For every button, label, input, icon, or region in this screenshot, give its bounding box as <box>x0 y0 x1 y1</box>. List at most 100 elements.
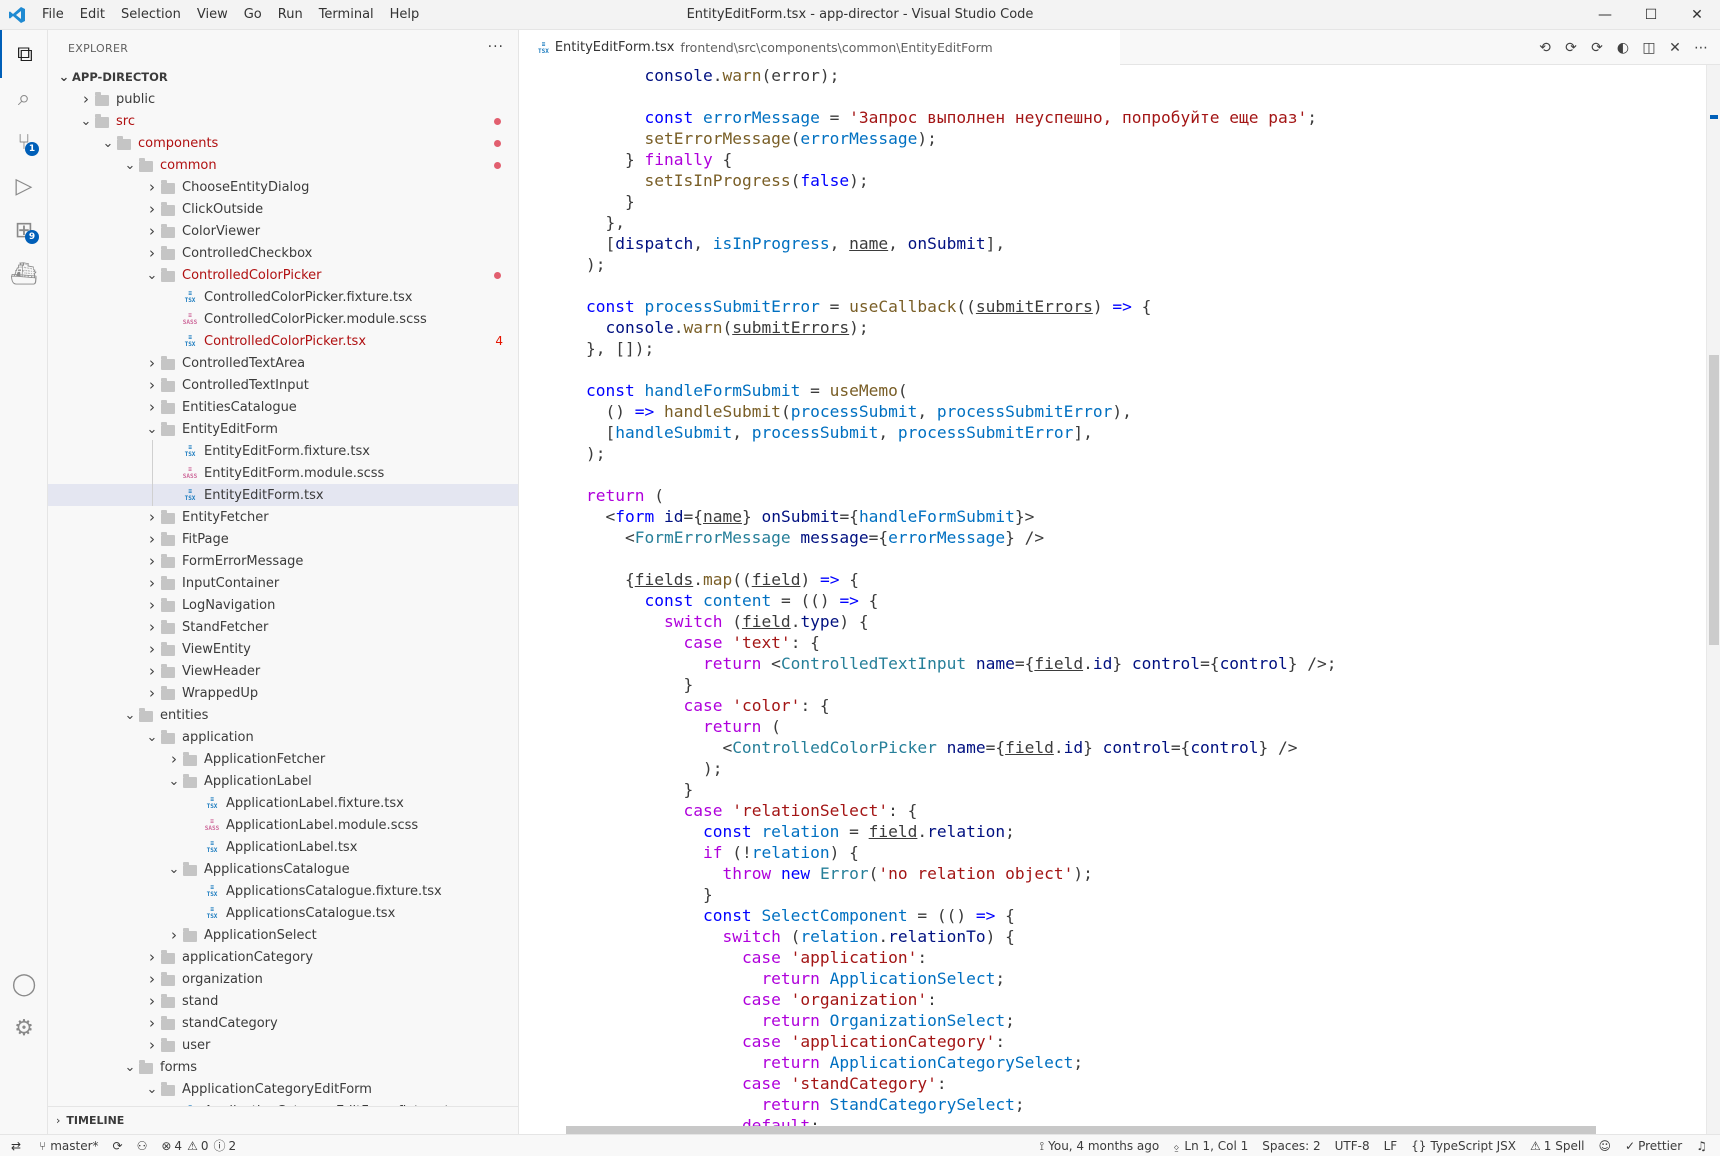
tree-file[interactable]: ≡ TSX ControlledColorPicker.fixture.tsx <box>48 286 518 308</box>
tree-folder[interactable]: ⌄ application <box>48 726 518 748</box>
timeline-section[interactable]: › TIMELINE <box>48 1106 518 1134</box>
tree-file[interactable]: ≡ TSX EntityEditForm.fixture.tsx <box>48 440 518 462</box>
tree-file[interactable]: ≡ SASS ApplicationLabel.module.scss <box>48 814 518 836</box>
tree-folder[interactable]: › ControlledTextArea <box>48 352 518 374</box>
tree-folder[interactable]: › FitPage <box>48 528 518 550</box>
tab-entityeditform[interactable]: ≡ TSX EntityEditForm.tsx frontend\src\com… <box>520 30 1120 65</box>
menu-item-view[interactable]: View <box>189 0 236 30</box>
tree-folder[interactable]: › ApplicationFetcher <box>48 748 518 770</box>
tree-file[interactable]: ≡ SASS EntityEditForm.module.scss <box>48 462 518 484</box>
code-token: ) <box>1092 297 1113 316</box>
tree-folder[interactable]: › ViewHeader <box>48 660 518 682</box>
tree-folder[interactable]: › ApplicationSelect <box>48 924 518 946</box>
search-icon[interactable]: ⌕ <box>0 74 48 122</box>
tree-folder[interactable]: › ControlledTextInput <box>48 374 518 396</box>
tree-folder[interactable]: ⌄ ApplicationLabel <box>48 770 518 792</box>
maximize-icon[interactable]: ☐ <box>1628 0 1674 30</box>
timeline-back-icon[interactable]: ⟲ <box>1532 40 1558 56</box>
extensions-icon[interactable]: ⊞ 9 <box>0 206 48 254</box>
docker-icon[interactable]: ⛴ <box>0 250 48 298</box>
tree-folder[interactable]: › public <box>48 88 518 110</box>
menu-item-file[interactable]: File <box>34 0 72 30</box>
tree-folder[interactable]: ⌄ forms <box>48 1056 518 1078</box>
source-control-icon[interactable]: ⑂ 1 <box>0 118 48 166</box>
tree-folder[interactable]: ⌄ common <box>48 154 518 176</box>
tree-folder[interactable]: › applicationCategory <box>48 946 518 968</box>
tree-folder[interactable]: › ViewEntity <box>48 638 518 660</box>
git-compare-icon[interactable]: ◐ <box>1610 40 1636 56</box>
tree-folder[interactable]: ⌄ components <box>48 132 518 154</box>
copilot-icon[interactable]: ☺ <box>1592 1139 1619 1153</box>
explorer-icon[interactable]: ⧉ <box>0 30 48 78</box>
tree-folder[interactable]: › StandFetcher <box>48 616 518 638</box>
notifications-bell-icon[interactable]: ♫ <box>1689 1139 1714 1153</box>
code-token: name <box>849 234 889 253</box>
tree-folder[interactable]: ⌄ ApplicationsCatalogue <box>48 858 518 880</box>
encoding[interactable]: UTF-8 <box>1328 1139 1377 1153</box>
horizontal-scrollbar[interactable] <box>566 1126 1596 1134</box>
prettier-item[interactable]: ✓ Prettier <box>1618 1139 1689 1153</box>
publish-icon[interactable]: ⚇ <box>130 1139 155 1153</box>
tree-folder[interactable]: › LogNavigation <box>48 594 518 616</box>
tree-folder[interactable]: › EntityFetcher <box>48 506 518 528</box>
sync-icon[interactable]: ⟳ <box>106 1139 130 1153</box>
run-debug-icon[interactable]: ▷ <box>0 162 48 210</box>
tree-file[interactable]: ≡ TSX ControlledColorPicker.tsx 4 <box>48 330 518 352</box>
tree-folder[interactable]: › ControlledCheckbox <box>48 242 518 264</box>
tree-folder[interactable]: › standCategory <box>48 1012 518 1034</box>
tree-label: entities <box>160 707 209 723</box>
menu-item-help[interactable]: Help <box>382 0 428 30</box>
close-editor-icon[interactable]: ✕ <box>1662 40 1688 56</box>
chevron-right-icon: › <box>149 508 155 526</box>
git-blame-item[interactable]: ⟟ You, 4 months ago <box>1033 1139 1167 1154</box>
spell-item[interactable]: ⚠ 1 Spell <box>1523 1139 1592 1153</box>
git-lens-item[interactable]: ⍚ Ln 1, Col 1 <box>1166 1139 1255 1154</box>
workspace-root[interactable]: ⌄ APP-DIRECTOR <box>48 66 518 88</box>
indentation[interactable]: Spaces: 2 <box>1255 1139 1327 1153</box>
tree-folder[interactable]: › InputContainer <box>48 572 518 594</box>
menu-item-run[interactable]: Run <box>270 0 311 30</box>
tree-folder[interactable]: ⌄ ApplicationCategoryEditForm <box>48 1078 518 1100</box>
tree-folder[interactable]: › WrappedUp <box>48 682 518 704</box>
minimize-icon[interactable]: — <box>1582 0 1628 30</box>
more-actions-icon[interactable]: ⋯ <box>1688 40 1714 56</box>
tree-file[interactable]: ≡ TSX ApplicationLabel.tsx <box>48 836 518 858</box>
menu-item-terminal[interactable]: Terminal <box>311 0 382 30</box>
tree-folder[interactable]: › ClickOutside <box>48 198 518 220</box>
vertical-scrollbar[interactable] <box>1706 65 1720 1134</box>
scroll-thumb[interactable] <box>1709 355 1719 645</box>
end-of-line[interactable]: LF <box>1377 1139 1405 1153</box>
settings-gear-icon[interactable]: ⚙ <box>0 1004 48 1052</box>
accounts-icon[interactable]: ◯ <box>0 960 48 1008</box>
tree-folder[interactable]: › FormErrorMessage <box>48 550 518 572</box>
close-icon[interactable]: ✕ <box>1674 0 1720 30</box>
tree-file[interactable]: ≡ TSX ApplicationsCatalogue.tsx <box>48 902 518 924</box>
tree-folder[interactable]: › ColorViewer <box>48 220 518 242</box>
tree-folder[interactable]: › stand <box>48 990 518 1012</box>
branch-item[interactable]: ⑂ master* <box>32 1139 106 1153</box>
remote-icon[interactable]: ⇄ <box>0 1139 32 1153</box>
prev-change-icon[interactable]: ⟳ <box>1558 40 1584 56</box>
menu-item-selection[interactable]: Selection <box>113 0 189 30</box>
next-change-icon[interactable]: ⟳ <box>1584 40 1610 56</box>
code-editor[interactable]: console.warn(error); const errorMessage … <box>520 65 1720 1134</box>
problems-item[interactable]: ⊗ 4 ⚠ 0 ⓘ 2 <box>154 1137 243 1154</box>
more-actions-icon[interactable]: ··· <box>488 39 504 55</box>
tree-folder[interactable]: ⌄ EntityEditForm <box>48 418 518 440</box>
tree-folder[interactable]: › user <box>48 1034 518 1056</box>
menu-item-go[interactable]: Go <box>236 0 270 30</box>
split-editor-icon[interactable]: ◫ <box>1636 40 1662 56</box>
tree-file[interactable]: ≡ TSX ApplicationLabel.fixture.tsx <box>48 792 518 814</box>
tree-file[interactable]: ≡ TSX ApplicationsCatalogue.fixture.tsx <box>48 880 518 902</box>
tree-file[interactable]: ≡ TSX EntityEditForm.tsx <box>48 484 518 506</box>
tree-file[interactable]: ≡ SASS ControlledColorPicker.module.scss <box>48 308 518 330</box>
tree-folder[interactable]: ⌄ src <box>48 110 518 132</box>
tree-folder[interactable]: ⌄ entities <box>48 704 518 726</box>
tree-folder[interactable]: › organization <box>48 968 518 990</box>
language-mode[interactable]: {} TypeScript JSX <box>1404 1139 1523 1153</box>
tree-folder[interactable]: ⌄ ControlledColorPicker <box>48 264 518 286</box>
tree-folder[interactable]: › ChooseEntityDialog <box>48 176 518 198</box>
menu-item-edit[interactable]: Edit <box>72 0 113 30</box>
tree-folder[interactable]: › EntitiesCatalogue <box>48 396 518 418</box>
